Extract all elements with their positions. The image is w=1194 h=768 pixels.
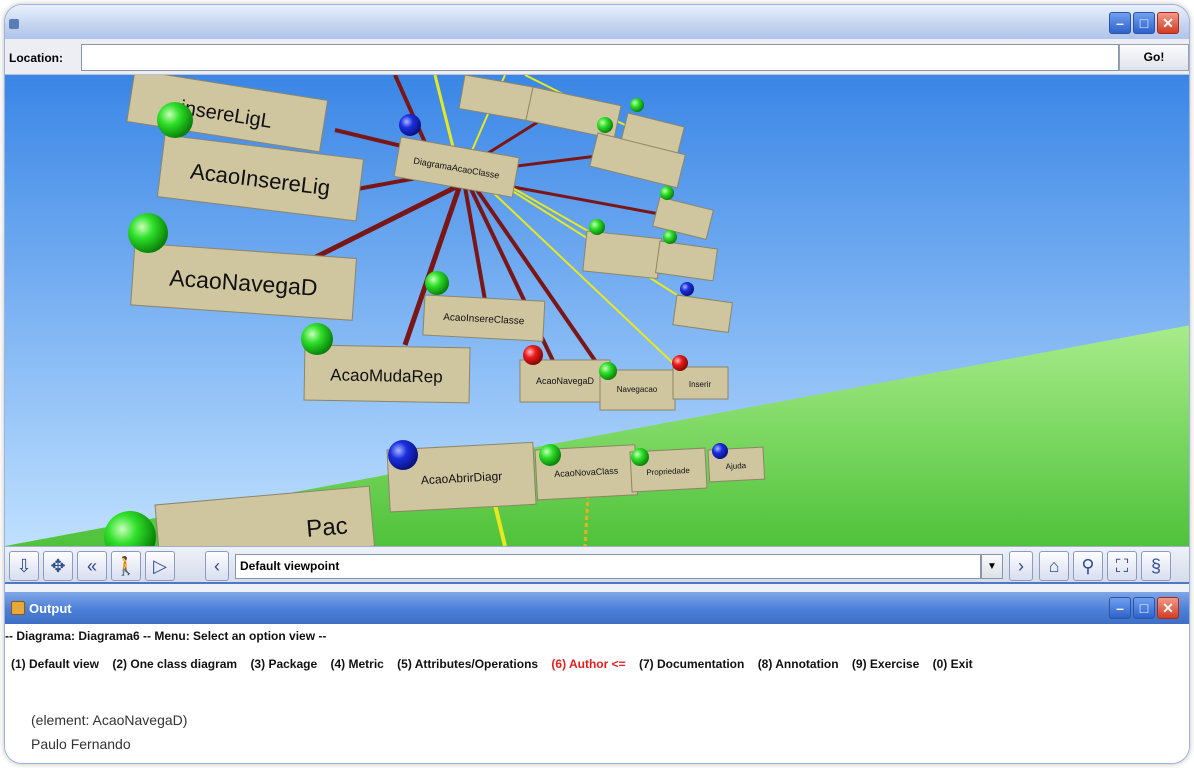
svg-text:AcaoMudaRep: AcaoMudaRep [330, 365, 443, 386]
examine-button[interactable]: ⚲ [1073, 551, 1103, 581]
3d-scene[interactable]: insereLigL AcaoInsereLig AcaoNavegaD Aca… [5, 75, 1189, 546]
node-card[interactable]: AcaoMudaRep [303, 344, 471, 404]
chevron-down-icon: ▼ [987, 561, 997, 572]
close-icon: ✕ [1162, 15, 1174, 31]
maximize-icon: □ [1139, 15, 1149, 31]
node-sphere[interactable] [539, 444, 561, 466]
menu-option-exit[interactable]: (0) Exit [933, 657, 973, 671]
node-sphere[interactable] [399, 114, 421, 136]
fit-view-button[interactable]: ⛶ [1107, 551, 1137, 581]
down-arrow-button[interactable]: ⇩ [9, 551, 39, 581]
output-close-button[interactable]: ✕ [1157, 597, 1179, 619]
3d-viewport[interactable]: insereLigL AcaoInsereLig AcaoNavegaD Aca… [5, 75, 1189, 546]
selected-element-line: (element: AcaoNavegaD) [31, 712, 188, 728]
menu-option-author[interactable]: (6) Author <= [551, 657, 625, 671]
author-name-line: Paulo Fernando [31, 736, 131, 752]
chevron-right-icon: › [1018, 556, 1024, 576]
go-button[interactable]: Go! [1119, 44, 1189, 71]
walk-button[interactable]: 🚶 [111, 551, 141, 581]
output-minimize-button[interactable]: – [1109, 597, 1131, 619]
node-sphere[interactable] [388, 440, 418, 470]
output-header-line: -- Diagrama: Diagrama6 -- Menu: Select a… [5, 629, 327, 643]
menu-option-attributes-operations[interactable]: (5) Attributes/Operations [397, 657, 538, 671]
node-sphere[interactable] [663, 230, 677, 244]
chevron-left-icon: ‹ [214, 556, 220, 576]
menu-option-documentation[interactable]: (7) Documentation [639, 657, 744, 671]
seek-icon: § [1150, 556, 1161, 576]
close-button[interactable]: ✕ [1157, 12, 1179, 34]
menu-option-exercise[interactable]: (9) Exercise [852, 657, 919, 671]
location-label: Location: [9, 51, 63, 65]
output-title: Output [29, 601, 72, 616]
next-viewpoint-button[interactable]: › [1009, 551, 1033, 581]
svg-text:Ajuda: Ajuda [725, 461, 746, 471]
window-titlebar[interactable]: – □ ✕ [5, 5, 1189, 39]
rotate-left-icon: « [86, 556, 97, 576]
maximize-button[interactable]: □ [1133, 12, 1155, 34]
svg-text:Inserir: Inserir [689, 380, 712, 389]
home-button[interactable]: ⌂ [1039, 551, 1069, 581]
close-icon: ✕ [1162, 600, 1174, 616]
walk-icon: 🚶 [114, 556, 138, 576]
node-sphere[interactable] [128, 213, 168, 253]
node-sphere[interactable] [599, 362, 617, 380]
pan-icon: ✥ [50, 556, 66, 576]
output-maximize-button[interactable]: □ [1133, 597, 1155, 619]
node-sphere[interactable] [157, 102, 193, 138]
node-sphere[interactable] [672, 355, 688, 371]
location-bar: Location: Go! [5, 39, 1189, 75]
app-icon [9, 19, 19, 29]
node-sphere[interactable] [597, 117, 613, 133]
node-card[interactable]: AcaoNavegaD [519, 359, 611, 403]
output-icon [11, 601, 25, 615]
location-input[interactable] [81, 44, 1119, 71]
svg-text:AcaoNavegaD: AcaoNavegaD [536, 376, 595, 386]
seek-button[interactable]: § [1141, 551, 1171, 581]
maximize-icon: □ [1139, 600, 1149, 616]
output-console: -- Diagrama: Diagrama6 -- Menu: Select a… [5, 624, 1189, 763]
navigation-toolbar: ⇩ ✥ « 🚶 ▷ ‹ Default viewpoint ▼ › ⌂ ⚲ ⛶ … [5, 546, 1189, 584]
node-sphere[interactable] [425, 271, 449, 295]
node-card[interactable]: AcaoInsereClasse [422, 294, 546, 342]
menu-option-one-class-diagram[interactable]: (2) One class diagram [112, 657, 237, 671]
viewpoint-dropdown-button[interactable]: ▼ [981, 554, 1003, 579]
down-arrow-icon: ⇩ [16, 556, 32, 576]
minimize-button[interactable]: – [1109, 12, 1131, 34]
menu-option-package[interactable]: (3) Package [250, 657, 317, 671]
node-sphere[interactable] [660, 186, 674, 200]
pan-button[interactable]: ✥ [43, 551, 73, 581]
menu-option-annotation[interactable]: (8) Annotation [758, 657, 839, 671]
node-sphere[interactable] [589, 219, 605, 235]
fly-button[interactable]: ▷ [145, 551, 175, 581]
rotate-button[interactable]: « [77, 551, 107, 581]
svg-text:Navegacao: Navegacao [617, 385, 658, 394]
fit-icon: ⛶ [1115, 556, 1129, 576]
node-sphere[interactable] [680, 282, 694, 296]
svg-text:Pac: Pac [305, 512, 349, 543]
node-sphere[interactable] [630, 98, 644, 112]
fly-icon: ▷ [153, 556, 167, 576]
node-card[interactable]: Inserir [672, 366, 729, 400]
node-card[interactable] [582, 230, 663, 280]
binoculars-icon: ⚲ [1081, 556, 1095, 576]
minimize-icon: – [1116, 15, 1124, 31]
menu-option-metric[interactable]: (4) Metric [330, 657, 383, 671]
application-window: – □ ✕ Location: Go! insereLigL AcaoInser… [4, 4, 1190, 764]
minimize-icon: – [1116, 600, 1124, 616]
node-sphere[interactable] [631, 448, 649, 466]
node-sphere[interactable] [301, 323, 333, 355]
node-sphere[interactable] [712, 443, 728, 459]
output-panel-titlebar[interactable]: Output – □ ✕ [5, 592, 1189, 624]
prev-viewpoint-button[interactable]: ‹ [205, 551, 229, 581]
menu-option-default-view[interactable]: (1) Default view [11, 657, 99, 671]
node-sphere[interactable] [523, 345, 543, 365]
option-menu: (1) Default view (2) One class diagram (… [11, 657, 1187, 671]
viewpoint-select[interactable]: Default viewpoint [235, 554, 981, 579]
home-icon: ⌂ [1048, 556, 1060, 576]
